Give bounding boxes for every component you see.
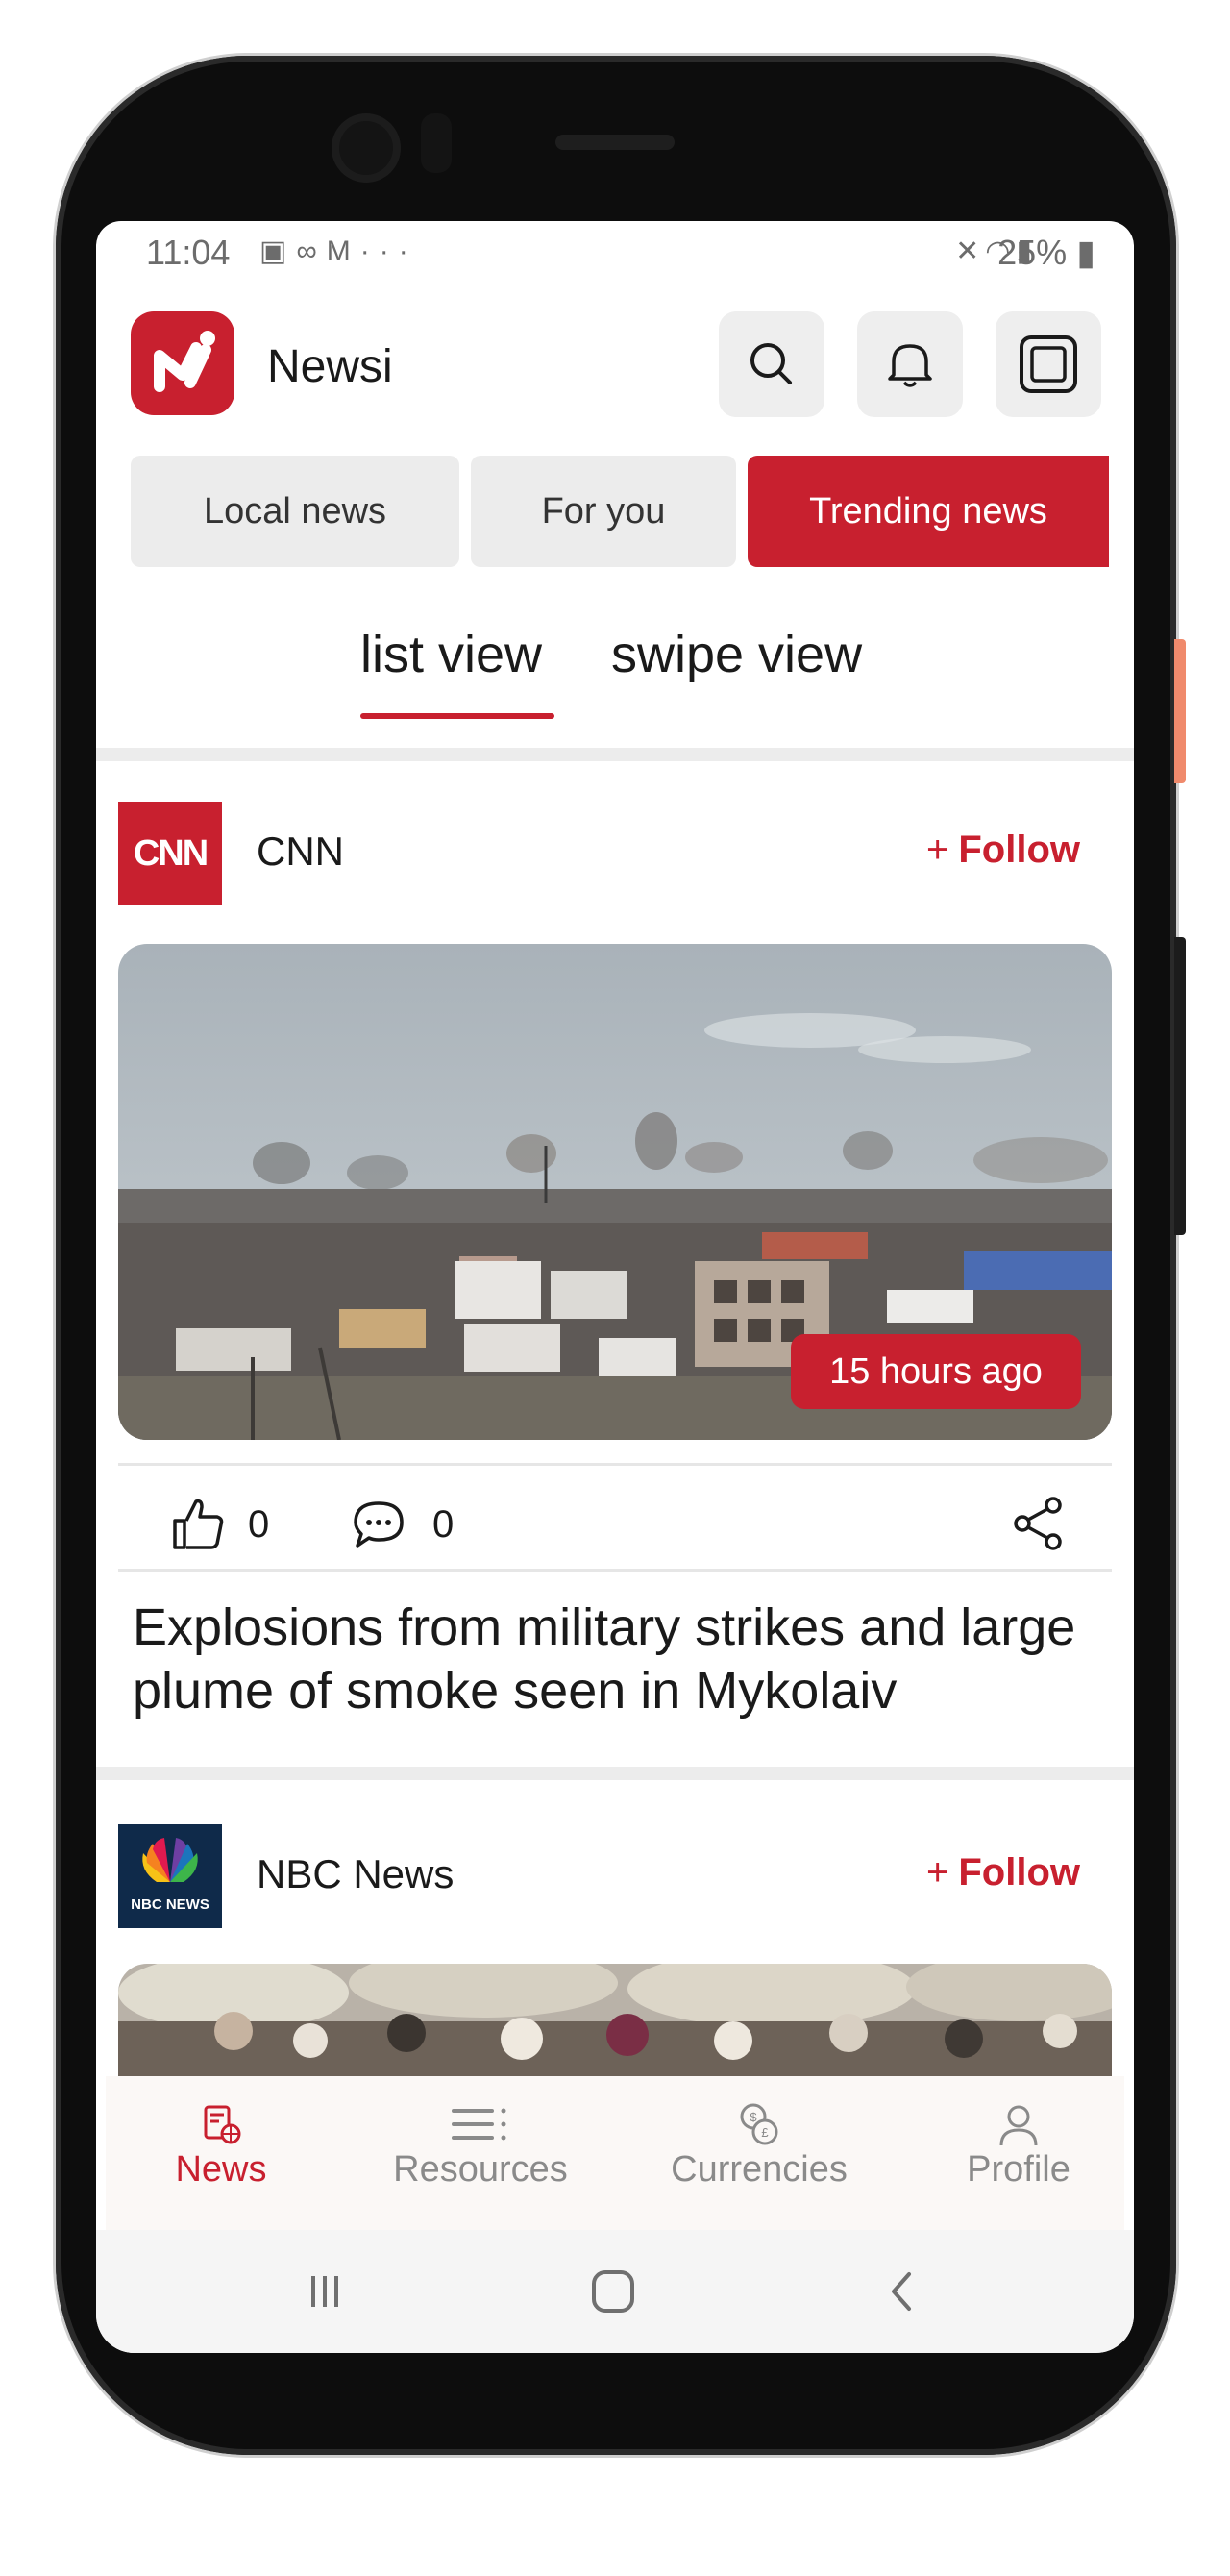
follow-plus: +	[926, 1851, 949, 1894]
cnn-logo-mark: CNN	[134, 833, 209, 874]
svg-text:CNN: CNN	[134, 833, 207, 874]
nbc-news-logo[interactable]: NBC NEWS	[118, 1824, 222, 1928]
article-source-name[interactable]: CNN	[257, 829, 344, 875]
back-icon[interactable]	[874, 2263, 932, 2320]
bell-icon	[888, 344, 932, 387]
status-notification-icons: ▣∞M···	[259, 235, 418, 268]
like-icon[interactable]	[165, 1492, 229, 1555]
nav-profile[interactable]: Profile	[942, 2076, 1095, 2230]
follow-plus: +	[926, 829, 949, 871]
status-bar: 11:04 ▣∞M··· ✕◠▮ 25% ▮	[96, 221, 1134, 285]
recent-apps-icon[interactable]	[296, 2263, 354, 2320]
follow-label: Follow	[958, 1851, 1080, 1894]
more-dots-icon: ···	[359, 235, 418, 267]
instagram-button[interactable]	[996, 311, 1101, 417]
app-title: Newsi	[267, 341, 393, 392]
comment-icon[interactable]	[348, 1492, 411, 1555]
carrier-icon: ∞	[296, 235, 327, 267]
instagram-icon	[1020, 335, 1077, 393]
article-headline[interactable]: Explosions from military strikes and lar…	[133, 1596, 1094, 1722]
currencies-icon: $ £	[740, 2103, 778, 2145]
section-divider	[96, 748, 1134, 761]
follow-button[interactable]: + Follow	[926, 829, 1080, 872]
phone-screen: 11:04 ▣∞M··· ✕◠▮ 25% ▮ Newsi Local news …	[96, 221, 1134, 2353]
earpiece-speaker	[555, 135, 675, 150]
nav-resources-label: Resources	[393, 2149, 568, 2190]
profile-icon	[999, 2105, 1038, 2146]
like-count: 0	[248, 1503, 270, 1546]
follow-button[interactable]: + Follow	[926, 1851, 1080, 1895]
nav-news-label: News	[175, 2149, 267, 2190]
resources-icon	[452, 2108, 506, 2141]
app-header: Newsi	[96, 298, 1134, 423]
search-button[interactable]	[719, 311, 824, 417]
actions-bottom-divider	[118, 1569, 1112, 1572]
nav-resources[interactable]: Resources	[375, 2076, 586, 2230]
article-image[interactable]: 15 hours ago	[118, 944, 1112, 1440]
article-time-badge: 15 hours ago	[791, 1334, 1081, 1409]
article-divider	[96, 1767, 1134, 1780]
system-navigation-bar	[96, 2230, 1134, 2353]
cnn-logo[interactable]: CNN	[118, 802, 222, 905]
status-time: 11:04	[146, 233, 231, 272]
nav-currencies[interactable]: $ £ Currencies	[653, 2076, 865, 2230]
notifications-button[interactable]	[857, 311, 963, 417]
nav-news[interactable]: News	[144, 2076, 298, 2230]
front-camera	[332, 113, 401, 183]
image-icon: ▣	[259, 235, 297, 267]
list-view-toggle[interactable]: list view	[360, 625, 542, 684]
app-logo-icon	[154, 331, 215, 392]
tab-local-news[interactable]: Local news	[131, 456, 459, 567]
svg-text:$: $	[750, 2110, 757, 2124]
actions-top-divider	[118, 1463, 1112, 1466]
follow-label: Follow	[958, 829, 1080, 871]
proximity-sensor	[421, 113, 452, 173]
svg-text:NBC NEWS: NBC NEWS	[131, 1896, 209, 1913]
nav-profile-label: Profile	[967, 2149, 1070, 2190]
gmail-icon: M	[326, 235, 360, 267]
home-icon[interactable]	[584, 2263, 642, 2320]
app-logo[interactable]	[131, 311, 234, 415]
tab-for-you[interactable]: For you	[471, 456, 736, 567]
bottom-navigation: News Resources $ £ Currencies Profile	[106, 2076, 1124, 2230]
article-source-name[interactable]: NBC News	[257, 1851, 454, 1897]
comment-count: 0	[432, 1503, 455, 1546]
share-icon[interactable]	[1007, 1492, 1070, 1555]
search-icon	[750, 343, 792, 384]
nbc-peacock-icon: NBC NEWS	[131, 1838, 209, 1913]
article-photo	[118, 1964, 1112, 2079]
mute-icon: ✕	[955, 235, 986, 267]
active-view-indicator	[360, 713, 554, 719]
power-button	[1174, 937, 1186, 1235]
tab-trending-news[interactable]: Trending news	[748, 456, 1109, 567]
article-image[interactable]	[118, 1964, 1112, 2079]
volume-button	[1174, 639, 1186, 783]
news-icon	[204, 2105, 241, 2144]
svg-text:£: £	[761, 2125, 769, 2140]
nav-currencies-label: Currencies	[671, 2149, 848, 2190]
battery-level: 25% ▮	[997, 233, 1095, 272]
swipe-view-toggle[interactable]: swipe view	[611, 625, 862, 684]
